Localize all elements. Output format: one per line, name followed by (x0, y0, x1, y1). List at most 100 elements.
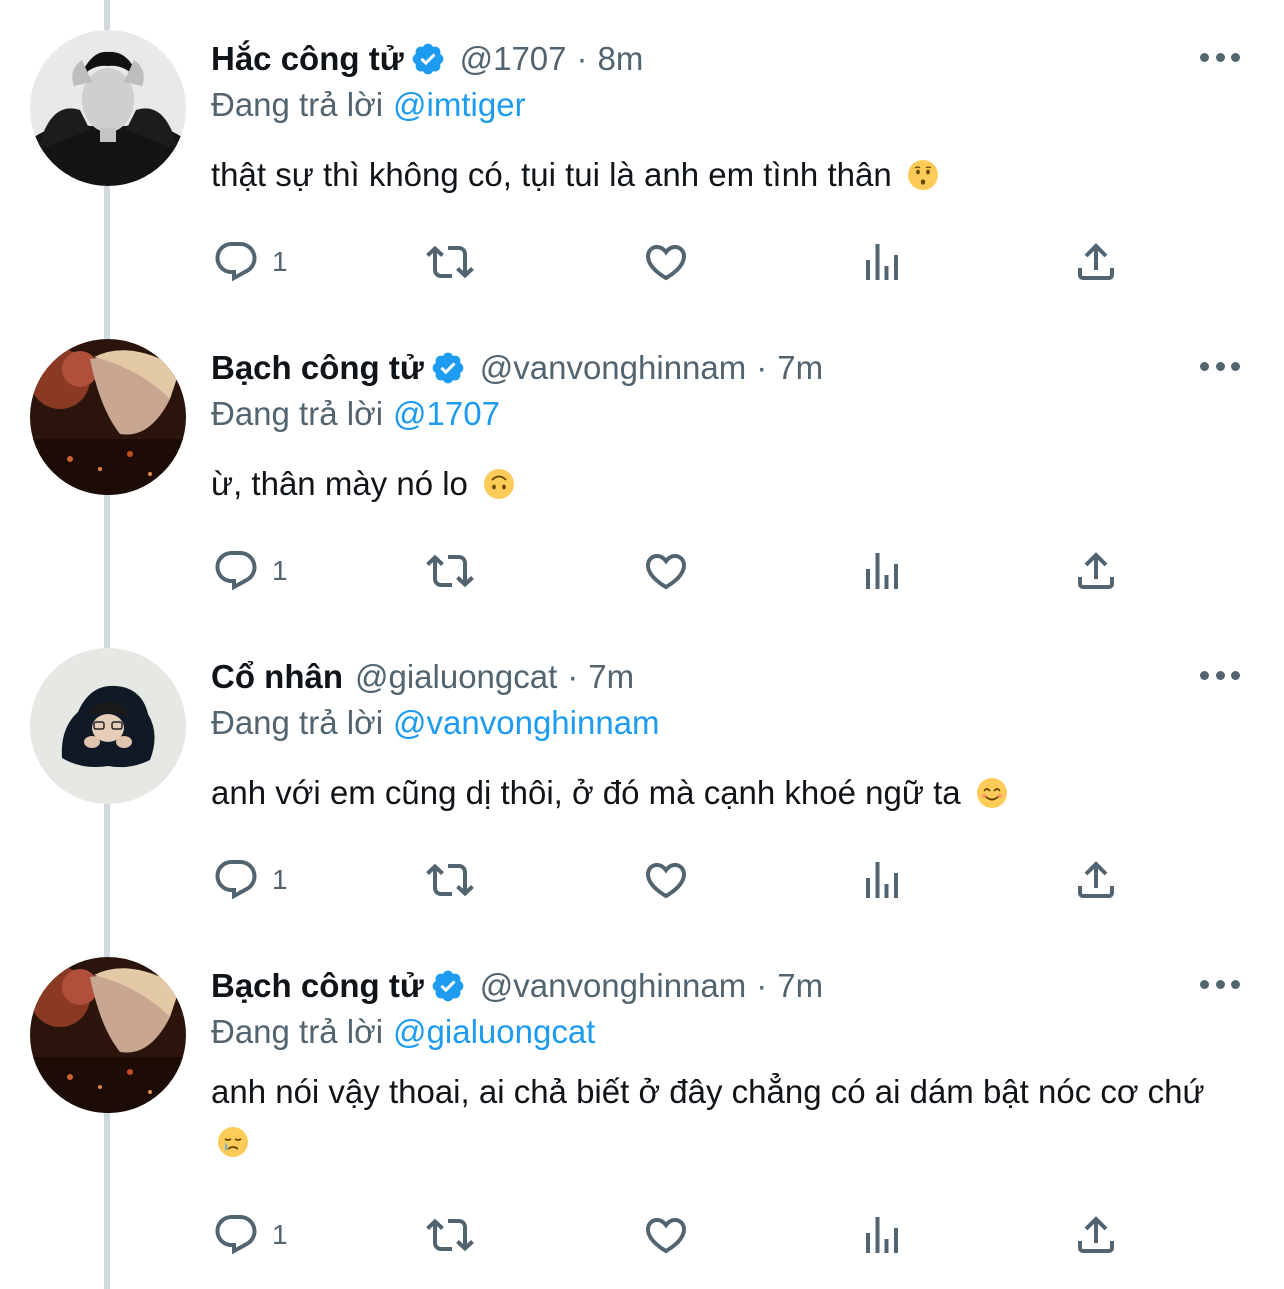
reply-button[interactable]: 1 (212, 1209, 288, 1261)
tweet-actions: 1 (0, 1209, 1284, 1261)
like-button[interactable] (642, 545, 690, 597)
timestamp[interactable]: 7m (777, 349, 823, 387)
views-bar-chart-icon (866, 244, 898, 280)
avatar[interactable] (30, 648, 186, 804)
tweet-header: Hắc công tử @1707 · 8m (211, 38, 643, 80)
replying-label: Đang trả lời (211, 704, 384, 741)
avatar[interactable] (30, 30, 186, 186)
reply-count: 1 (272, 864, 288, 895)
views-button[interactable] (858, 545, 906, 597)
retweet-button[interactable] (426, 854, 474, 906)
share-button[interactable] (1072, 1209, 1120, 1261)
display-name[interactable]: Bạch công tử (211, 349, 424, 387)
avatar[interactable] (30, 339, 186, 495)
upside-down-face-emoji-icon (483, 468, 515, 500)
tweet[interactable]: Hắc công tử @1707 · 8m Đang trả lời @imti… (0, 0, 1284, 309)
verified-badge-icon (430, 968, 466, 1004)
tweet-text: ừ, thân mày nó lo (211, 459, 1251, 509)
user-handle[interactable]: @vanvonghinnam (480, 349, 747, 387)
retweet-button[interactable] (426, 236, 474, 288)
replying-to: Đang trả lời @1707 (211, 395, 500, 433)
retweet-icon (426, 1218, 474, 1252)
timestamp[interactable]: 7m (588, 658, 634, 696)
retweet-button[interactable] (426, 1209, 474, 1261)
verified-badge-icon (430, 350, 466, 386)
views-button[interactable] (858, 854, 906, 906)
like-button[interactable] (642, 1209, 690, 1261)
reply-bubble-icon (215, 551, 257, 591)
replying-label: Đang trả lời (211, 86, 384, 123)
tweet[interactable]: Cổ nhân @gialuongcat · 7m Đang trả lời @v… (0, 618, 1284, 927)
retweet-icon (426, 245, 474, 279)
more-dots-icon[interactable] (1200, 660, 1240, 690)
heart-icon (645, 1218, 687, 1254)
share-upload-icon (1078, 1216, 1114, 1253)
replying-to: Đang trả lời @gialuongcat (211, 1013, 595, 1051)
reply-count: 1 (272, 555, 288, 586)
separator-dot: · (756, 967, 768, 1004)
tweet-header: Bạch công tử @vanvonghinnam · 7m (211, 965, 823, 1007)
reply-bubble-icon (215, 1215, 257, 1255)
views-bar-chart-icon (866, 553, 898, 589)
tweet-actions: 1 (0, 854, 1284, 906)
display-name[interactable]: Hắc công tử (211, 40, 404, 78)
separator-dot: · (756, 349, 768, 386)
replying-to: Đang trả lời @vanvonghinnam (211, 704, 660, 742)
heart-icon (645, 863, 687, 899)
retweet-button[interactable] (426, 545, 474, 597)
share-upload-icon (1078, 861, 1114, 898)
reply-bubble-icon (215, 860, 257, 900)
replying-label: Đang trả lời (211, 1013, 384, 1050)
mention-link[interactable]: @1707 (393, 395, 500, 432)
more-dots-icon[interactable] (1200, 969, 1240, 999)
more-dots-icon[interactable] (1200, 42, 1240, 72)
kissing-face-emoji-icon (907, 159, 939, 191)
tweet[interactable]: Bạch công tử @vanvonghinnam · 7m Đang tr… (0, 927, 1284, 1289)
views-button[interactable] (858, 236, 906, 288)
tweet-text-content: ừ, thân mày nó lo (211, 465, 468, 502)
share-upload-icon (1078, 552, 1114, 589)
avatar[interactable] (30, 957, 186, 1113)
separator-dot: · (567, 658, 579, 695)
share-upload-icon (1078, 243, 1114, 280)
like-button[interactable] (642, 854, 690, 906)
share-button[interactable] (1072, 854, 1120, 906)
verified-badge-icon (410, 41, 446, 77)
user-handle[interactable]: @vanvonghinnam (480, 967, 747, 1005)
mention-link[interactable]: @vanvonghinnam (393, 704, 660, 741)
heart-icon (645, 245, 687, 281)
tweet-actions: 1 (0, 545, 1284, 597)
tweet-text-content: thật sự thì không có, tụi tui là anh em … (211, 156, 892, 193)
separator-dot: · (576, 40, 588, 77)
reply-button[interactable]: 1 (212, 236, 288, 288)
views-button[interactable] (858, 1209, 906, 1261)
tweet[interactable]: Bạch công tử @vanvonghinnam · 7m Đang tr… (0, 309, 1284, 618)
mention-link[interactable]: @imtiger (393, 86, 526, 123)
reply-button[interactable]: 1 (212, 854, 288, 906)
mention-link[interactable]: @gialuongcat (393, 1013, 595, 1050)
like-button[interactable] (642, 236, 690, 288)
reply-bubble-icon (215, 242, 257, 282)
tweet-text-content: anh nói vậy thoai, ai chả biết ở đây chẳ… (211, 1073, 1205, 1110)
tweet-text: anh nói vậy thoai, ai chả biết ở đây chẳ… (211, 1067, 1251, 1167)
tweet-header: Bạch công tử @vanvonghinnam · 7m (211, 347, 823, 389)
share-button[interactable] (1072, 236, 1120, 288)
timestamp[interactable]: 8m (598, 40, 644, 78)
reply-count: 1 (272, 246, 288, 277)
display-name[interactable]: Cổ nhân (211, 658, 343, 696)
reply-button[interactable]: 1 (212, 545, 288, 597)
crying-face-emoji-icon (217, 1126, 249, 1158)
views-bar-chart-icon (866, 1217, 898, 1253)
share-button[interactable] (1072, 545, 1120, 597)
replying-label: Đang trả lời (211, 395, 384, 432)
more-dots-icon[interactable] (1200, 351, 1240, 381)
retweet-icon (426, 554, 474, 588)
tweet-header: Cổ nhân @gialuongcat · 7m (211, 656, 634, 698)
heart-icon (645, 554, 687, 590)
user-handle[interactable]: @gialuongcat (355, 658, 557, 696)
user-handle[interactable]: @1707 (460, 40, 567, 78)
display-name[interactable]: Bạch công tử (211, 967, 424, 1005)
timestamp[interactable]: 7m (777, 967, 823, 1005)
reply-count: 1 (272, 1219, 288, 1250)
tweet-text: thật sự thì không có, tụi tui là anh em … (211, 150, 1251, 200)
